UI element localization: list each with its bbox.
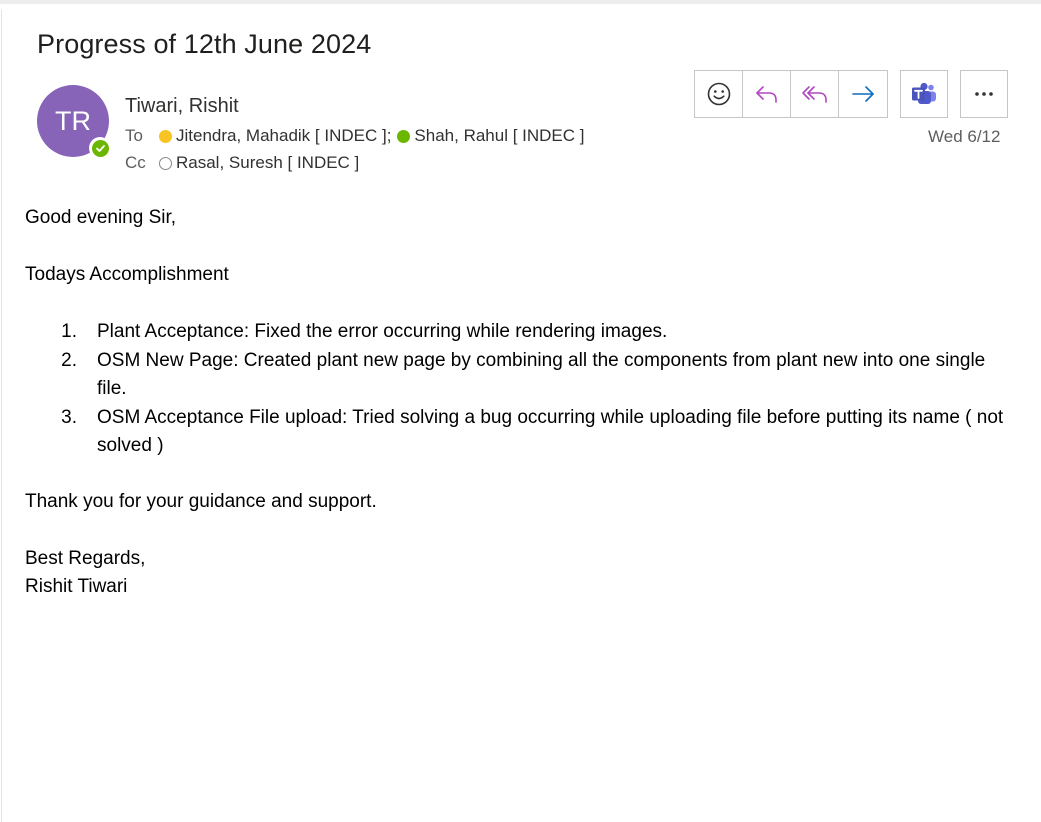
- emoji-icon[interactable]: [695, 71, 743, 117]
- email-date: Wed 6/12: [928, 127, 1001, 146]
- accomplishment-list: 1. Plant Acceptance: Fixed the error occ…: [25, 318, 1015, 461]
- more-icon[interactable]: [960, 70, 1008, 118]
- sender-presence-icon: [89, 137, 111, 159]
- greeting-text: Good evening Sir,: [25, 207, 177, 228]
- list-number: 2.: [61, 349, 77, 371]
- to-row: To Jitendra, Mahadik [ INDEC ]; Shah, Ra…: [125, 126, 585, 146]
- cc-row: Cc Rasal, Suresh [ INDEC ]: [125, 153, 359, 173]
- signature-text: Rishit Tiwari: [25, 576, 128, 597]
- email-subject: Progress of 12th June 2024: [37, 29, 372, 59]
- reply-icon[interactable]: [743, 71, 791, 117]
- list-number: 1.: [61, 321, 77, 342]
- away-presence-icon: [159, 129, 172, 143]
- available-presence-icon: [397, 129, 411, 143]
- avatar-initials: TR: [55, 105, 91, 136]
- section-heading: Todays Accomplishment: [25, 264, 229, 285]
- list-item: 2. OSM New Page: Created plant new page …: [25, 347, 1015, 404]
- recipient-to-2[interactable]: Shah, Rahul [ INDEC ]: [414, 126, 584, 146]
- offline-presence-icon: [159, 156, 172, 170]
- cc-label: Cc: [125, 153, 146, 172]
- forward-icon[interactable]: [839, 71, 887, 117]
- to-label: To: [125, 126, 143, 145]
- list-number: 3.: [61, 406, 77, 428]
- list-item-text: OSM Acceptance File upload: Tried solvin…: [97, 406, 1004, 457]
- message-actions-toolbar: [694, 70, 1008, 118]
- teams-icon[interactable]: [900, 70, 948, 118]
- recipient-cc-1[interactable]: Rasal, Suresh [ INDEC ]: [176, 153, 359, 173]
- list-item-text: Plant Acceptance: Fixed the error occurr…: [97, 321, 668, 342]
- reading-pane-divider: [1, 10, 2, 822]
- sender-name[interactable]: Tiwari, Rishit: [125, 95, 239, 118]
- list-item: 1. Plant Acceptance: Fixed the error occ…: [25, 318, 1015, 347]
- thanks-text: Thank you for your guidance and support.: [25, 491, 377, 512]
- list-item-text: OSM New Page: Created plant new page by …: [97, 349, 986, 400]
- window-top-border: [0, 0, 1041, 4]
- recipient-to-1[interactable]: Jitendra, Mahadik [ INDEC ];: [176, 126, 391, 146]
- closing-text: Best Regards,: [25, 548, 146, 569]
- reply-all-icon[interactable]: [791, 71, 839, 117]
- list-item: 3. OSM Acceptance File upload: Tried sol…: [25, 404, 1015, 461]
